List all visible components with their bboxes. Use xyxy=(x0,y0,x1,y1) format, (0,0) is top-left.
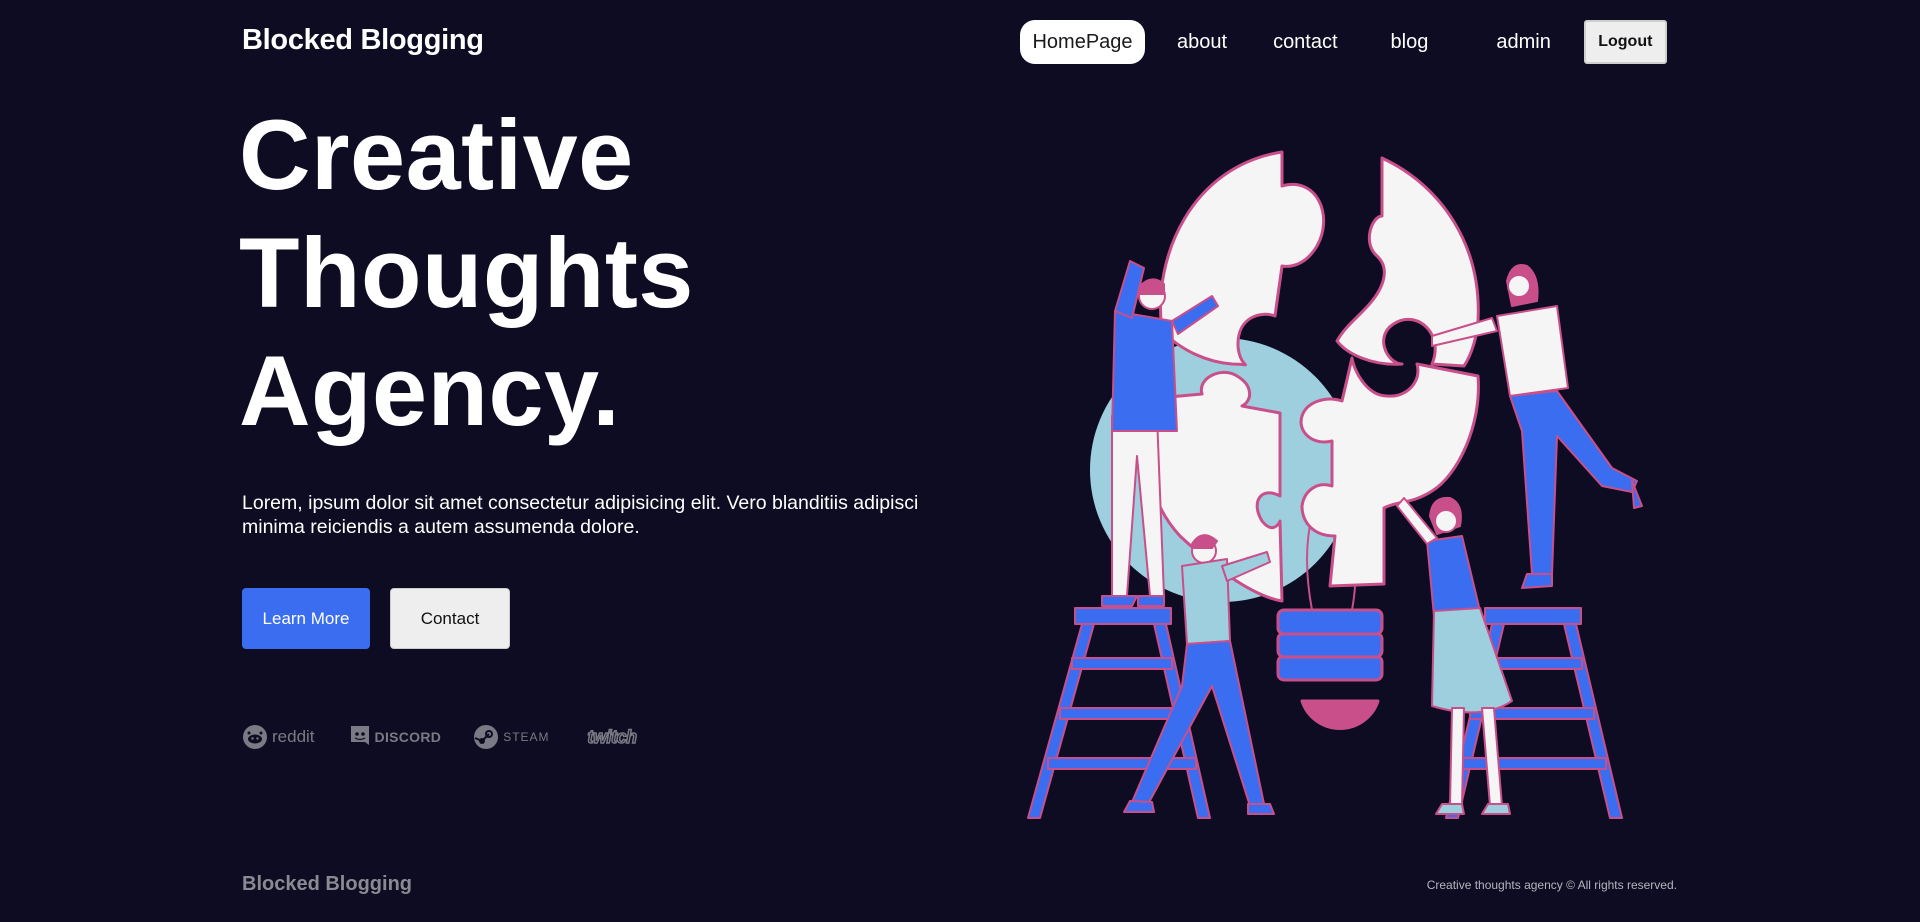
logout-button[interactable]: Logout xyxy=(1583,20,1667,64)
hero-illustration xyxy=(1027,150,1643,819)
discord-icon xyxy=(350,726,369,745)
contact-button[interactable]: Contact xyxy=(390,588,510,649)
reddit-icon xyxy=(243,725,267,749)
hero-title-line-2: Thoughts xyxy=(239,217,694,328)
steam-logo: STEAM xyxy=(473,724,549,750)
puzzle-top-left xyxy=(1159,150,1326,367)
person-bottom-right xyxy=(1396,496,1513,815)
hero-title: Creative Thoughts Agency. xyxy=(239,96,694,450)
steam-label: STEAM xyxy=(503,730,550,744)
hero-description: Lorem, ipsum dolor sit amet consectetur … xyxy=(242,492,919,538)
bulb-base xyxy=(1276,608,1384,731)
nav-link-homepage[interactable]: HomePage xyxy=(1020,20,1145,64)
twitch-icon: twitch xyxy=(587,726,638,748)
navbar: Blocked Blogging HomePage about contact … xyxy=(0,0,1920,84)
nav-link-admin[interactable]: admin xyxy=(1496,20,1550,64)
discord-label: DISCORD xyxy=(374,729,442,745)
footer-brand[interactable]: Blocked Blogging xyxy=(242,873,412,896)
learn-more-button[interactable]: Learn More xyxy=(242,588,370,649)
nav-link-contact[interactable]: contact xyxy=(1273,20,1337,64)
hero-title-line-3: Agency. xyxy=(239,335,621,446)
reddit-logo: reddit xyxy=(242,724,315,750)
steam-icon xyxy=(474,725,499,749)
twitch-logo: twitch xyxy=(587,726,638,748)
brand-logos: reddit DISCORD STEAM twitch xyxy=(242,722,638,752)
discord-logo: DISCORD xyxy=(349,725,442,749)
nav-link-blog[interactable]: blog xyxy=(1391,20,1429,64)
reddit-label: reddit xyxy=(272,727,315,746)
hero-title-line-1: Creative xyxy=(239,99,634,210)
main-nav: HomePage about contact blog admin Logout xyxy=(1020,20,1667,64)
site-brand[interactable]: Blocked Blogging xyxy=(242,24,484,57)
nav-link-about[interactable]: about xyxy=(1177,20,1227,64)
footer-copyright: Creative thoughts agency © All rights re… xyxy=(1426,878,1677,892)
